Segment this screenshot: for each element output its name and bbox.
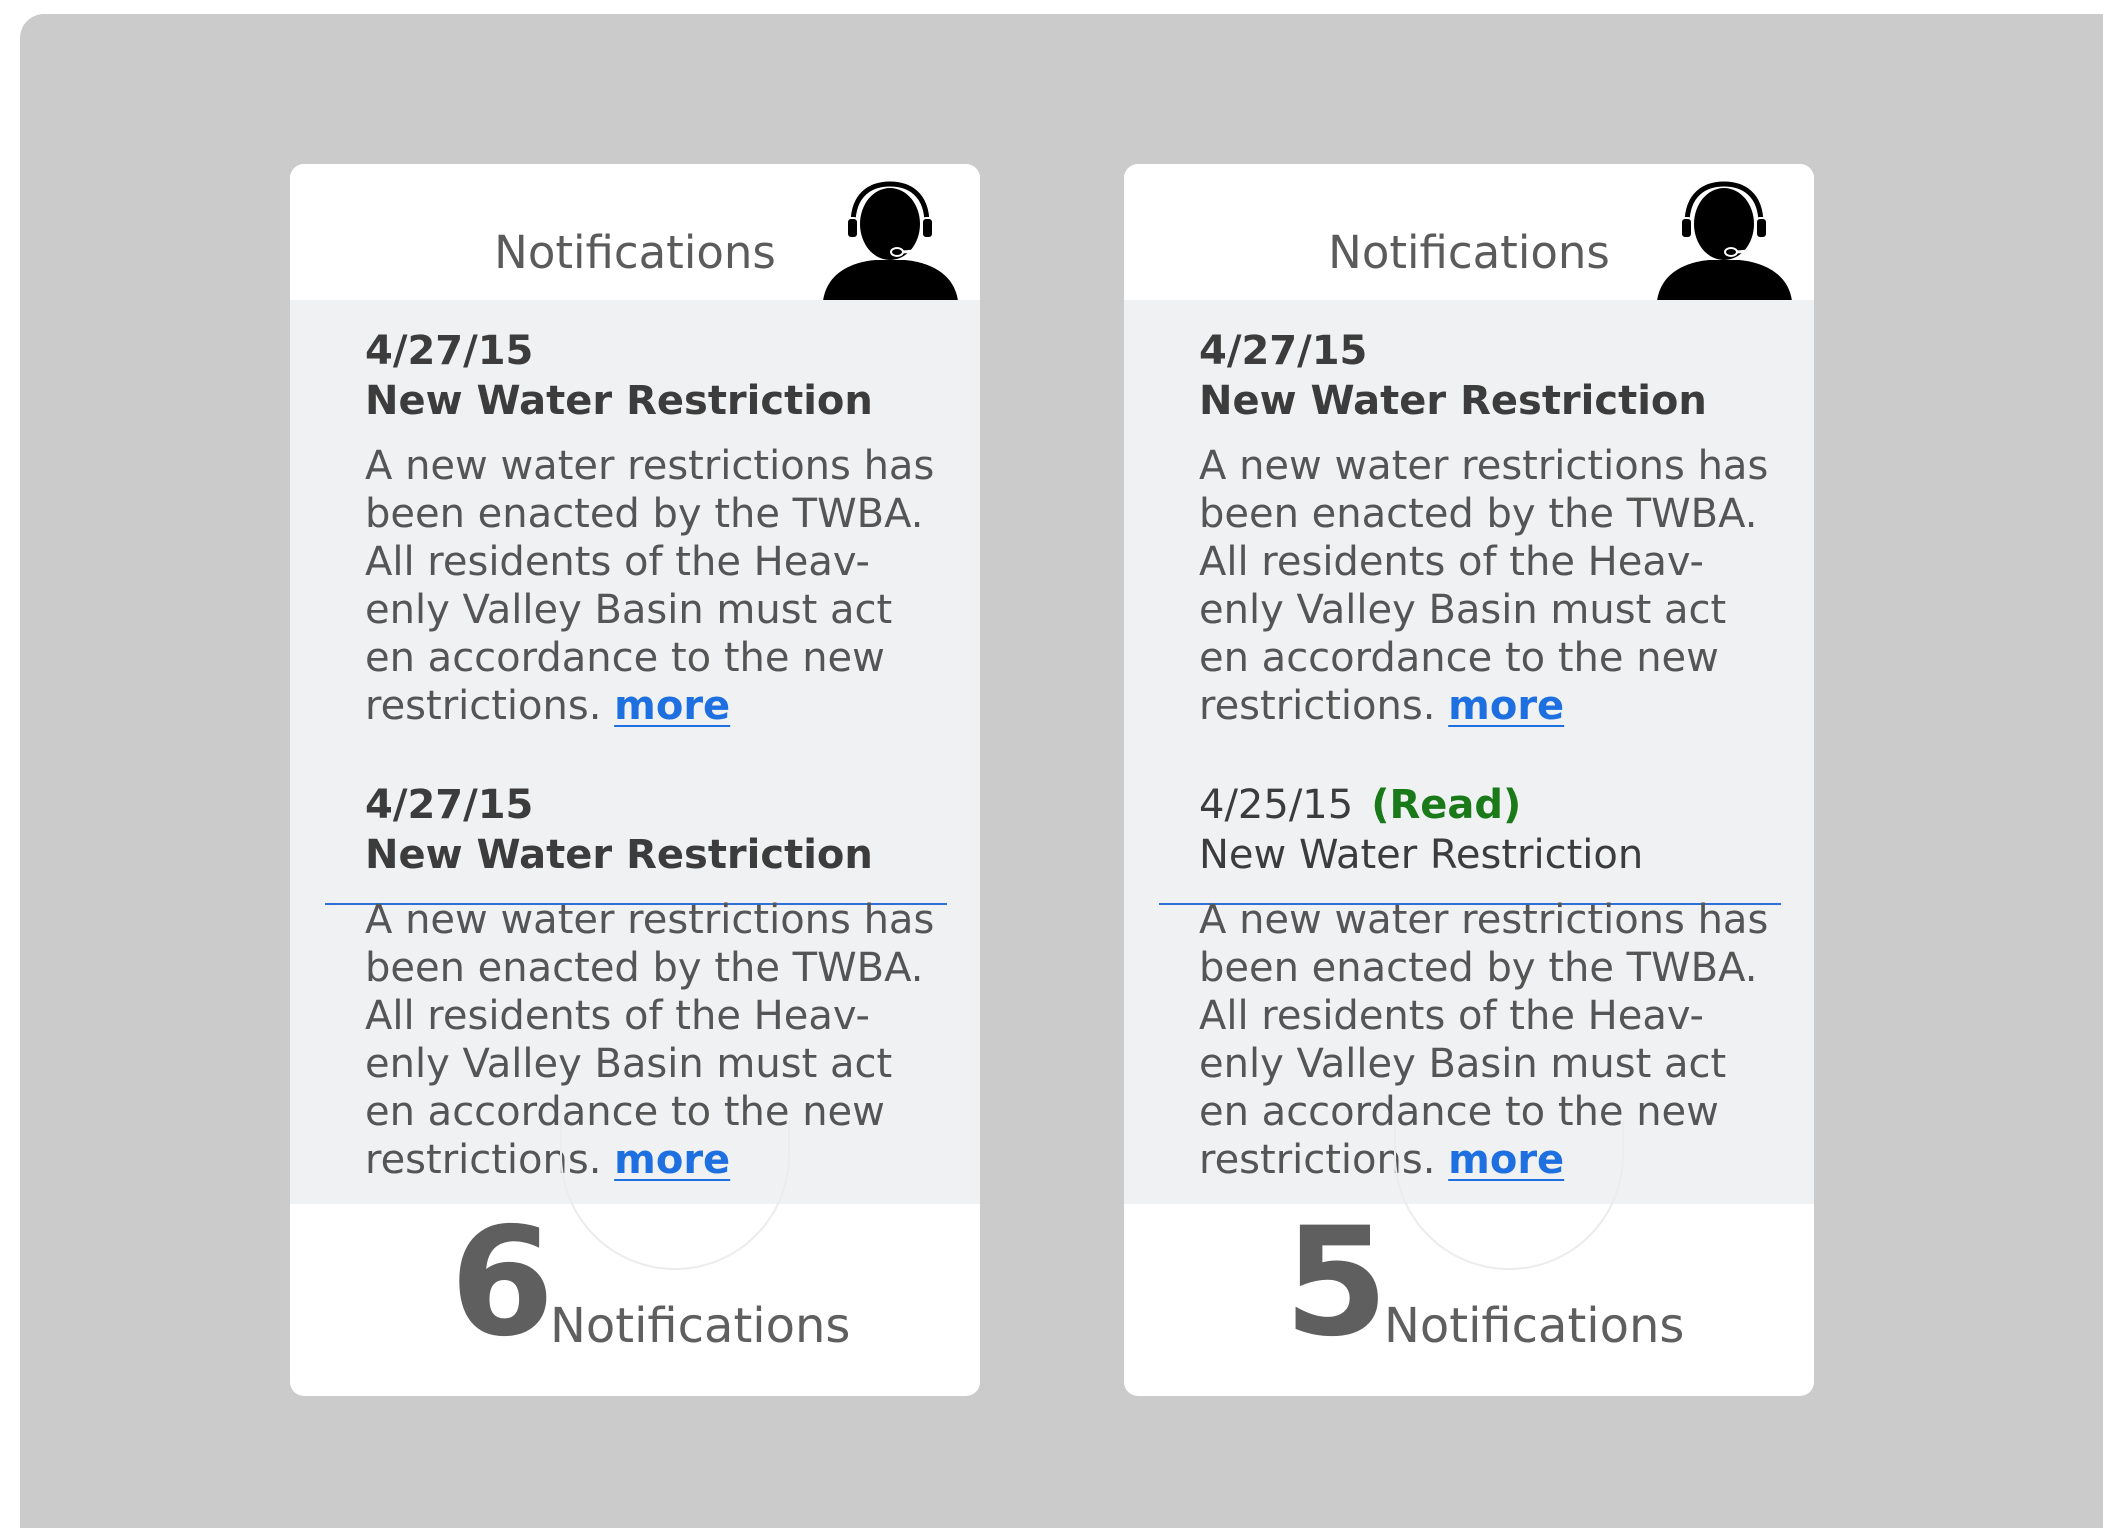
support-agent-headset-icon[interactable] [823, 180, 958, 301]
read-status-badge: (Read) [1371, 782, 1522, 828]
notification-title: New Water Restriction [1199, 832, 1644, 878]
notifications-card: Notifications 4/27/15 New Water Restrict… [1124, 164, 1814, 1396]
notification-date: 4/25/15 [1199, 782, 1354, 828]
notification-title: New Water Restriction [1199, 378, 1707, 424]
notification-date: 4/27/15 [1199, 328, 1368, 374]
more-link[interactable]: more [614, 683, 730, 729]
card-footer: 5 Notifications [1124, 1204, 1814, 1396]
notification-count: 6 [450, 1196, 555, 1370]
notification-date: 4/27/15 [365, 782, 534, 828]
notification-title: New Water Restriction [365, 378, 873, 424]
notifications-list: 4/27/15 New Water Restriction A new wate… [1124, 300, 1814, 1204]
notification-count-label: Notifications [550, 1298, 851, 1354]
notification-item[interactable]: 4/27/15 New Water Restriction A new wate… [1199, 326, 1779, 730]
card-header: Notifications [290, 164, 980, 301]
canvas-background: Notifications 4/27/15 New Water Restrict… [20, 14, 2103, 1528]
notification-title: New Water Restriction [365, 832, 873, 878]
notification-text: A new water restrictions has been enacte… [365, 442, 945, 730]
support-agent-headset-icon[interactable] [1657, 180, 1792, 301]
notification-date-line: 4/25/15 (Read) [1199, 780, 1779, 830]
notification-date: 4/27/15 [365, 328, 534, 374]
more-link[interactable]: more [1448, 683, 1564, 729]
notification-count-label: Notifications [1384, 1298, 1685, 1354]
notifications-list: 4/27/15 New Water Restriction A new wate… [290, 300, 980, 1204]
notification-count: 5 [1284, 1196, 1389, 1370]
notification-item[interactable]: 4/27/15 New Water Restriction A new wate… [365, 326, 945, 730]
card-footer: 6 Notifications [290, 1204, 980, 1396]
notification-text: A new water restrictions has been enacte… [1199, 442, 1779, 730]
notifications-card: Notifications 4/27/15 New Water Restrict… [290, 164, 980, 1396]
card-header: Notifications [1124, 164, 1814, 301]
